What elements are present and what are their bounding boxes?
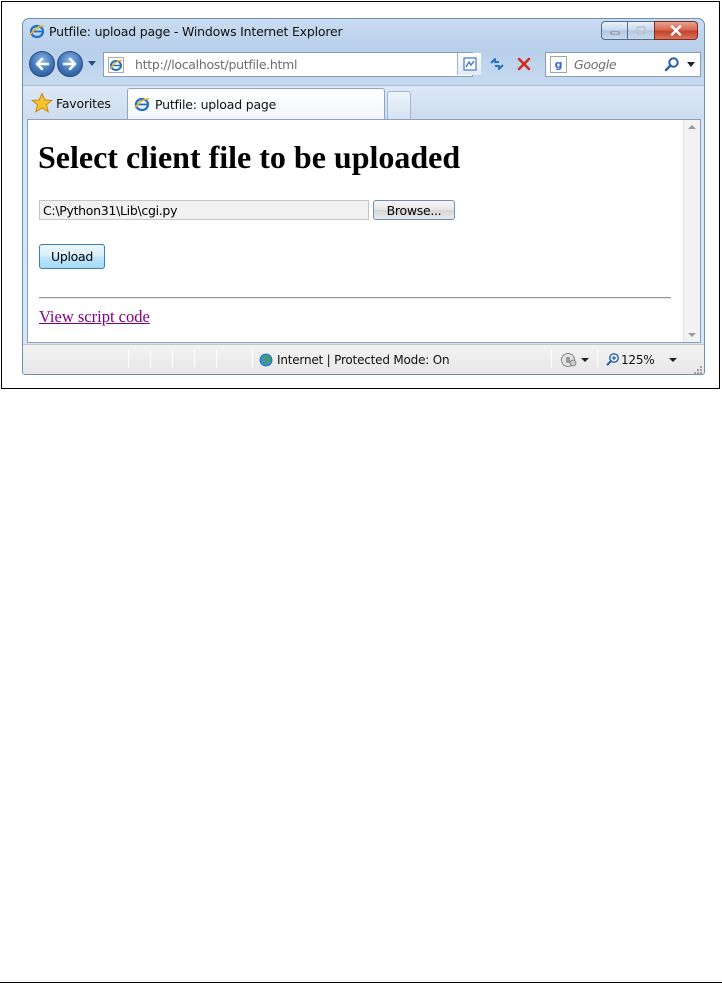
scroll-down-icon[interactable] xyxy=(688,332,696,338)
globe-icon xyxy=(259,353,273,367)
tab-label: Putfile: upload page xyxy=(155,97,277,112)
history-dropdown-icon[interactable] xyxy=(87,58,97,68)
status-separator xyxy=(150,350,151,368)
scroll-up-icon[interactable] xyxy=(688,124,696,130)
security-dropdown-icon[interactable] xyxy=(581,357,589,363)
compatibility-view-button[interactable] xyxy=(457,53,481,75)
resize-grip-icon[interactable] xyxy=(692,364,702,374)
window-title: Putfile: upload page - Windows Internet … xyxy=(49,24,343,39)
page-heading: Select client file to be uploaded xyxy=(38,139,461,175)
new-tab-button[interactable] xyxy=(387,91,411,120)
zoom-dropdown-icon[interactable] xyxy=(669,357,677,363)
status-separator xyxy=(128,350,129,368)
maximize-icon xyxy=(636,26,646,35)
status-separator xyxy=(172,350,173,368)
horizontal-rule xyxy=(39,297,671,299)
close-button[interactable] xyxy=(654,21,698,40)
security-zone-text: Internet | Protected Mode: On xyxy=(277,353,450,367)
status-separator xyxy=(194,350,195,368)
search-dropdown-icon[interactable] xyxy=(686,61,696,69)
tab-row: Favorites Putfile: upload page xyxy=(23,85,704,120)
status-separator xyxy=(252,350,253,368)
star-icon xyxy=(31,92,53,113)
browse-button[interactable]: Browse... xyxy=(373,200,455,220)
forward-button[interactable] xyxy=(57,51,83,77)
status-separator xyxy=(216,350,217,368)
upload-button[interactable]: Upload xyxy=(39,244,105,269)
security-status-icon[interactable] xyxy=(560,352,578,368)
view-script-code-link[interactable]: View script code xyxy=(39,307,150,327)
stop-button[interactable] xyxy=(512,53,536,75)
zoom-level[interactable]: 125% xyxy=(621,353,655,367)
zoom-icon[interactable] xyxy=(606,352,620,366)
page-bottom-rule xyxy=(0,982,722,983)
file-path-value: C:\Python31\Lib\cgi.py xyxy=(43,203,178,218)
minimize-icon xyxy=(610,31,619,34)
refresh-icon xyxy=(490,58,504,70)
refresh-button[interactable] xyxy=(485,53,509,75)
page-content: Select client file to be uploaded C:\Pyt… xyxy=(27,119,701,343)
minimize-button[interactable] xyxy=(601,21,628,40)
tab-putfile-upload-page[interactable]: Putfile: upload page xyxy=(127,88,385,120)
vertical-scrollbar[interactable] xyxy=(683,120,700,342)
navigation-bar: http://localhost/putfile.html g Google xyxy=(23,49,704,79)
figure-frame: Putfile: upload page - Windows Internet … xyxy=(1,1,720,389)
browser-window: Putfile: upload page - Windows Internet … xyxy=(22,18,705,375)
close-icon xyxy=(670,25,682,36)
search-icon[interactable] xyxy=(664,56,680,72)
google-icon: g xyxy=(550,56,567,73)
window-controls xyxy=(601,21,698,40)
address-text: http://localhost/putfile.html xyxy=(135,57,298,72)
title-bar: Putfile: upload page - Windows Internet … xyxy=(23,19,704,43)
back-button[interactable] xyxy=(29,51,55,77)
page-icon xyxy=(108,57,124,73)
ie-logo-icon xyxy=(134,97,150,112)
status-separator xyxy=(597,350,598,368)
compatibility-view-icon xyxy=(462,57,477,71)
file-path-input[interactable]: C:\Python31\Lib\cgi.py xyxy=(39,200,369,220)
stop-icon xyxy=(517,57,531,71)
favorites-label: Favorites xyxy=(56,95,111,111)
ie-logo-icon xyxy=(29,24,45,39)
status-separator xyxy=(551,350,552,368)
maximize-button[interactable] xyxy=(628,21,654,40)
back-arrow-icon xyxy=(35,57,50,71)
forward-arrow-icon xyxy=(62,57,77,71)
favorites-button[interactable]: Favorites xyxy=(31,91,111,115)
status-bar: Internet | Protected Mode: On 125% xyxy=(23,344,704,374)
search-box[interactable]: g Google xyxy=(545,52,701,77)
address-bar[interactable]: http://localhost/putfile.html xyxy=(103,52,473,77)
search-placeholder: Google xyxy=(574,57,617,72)
